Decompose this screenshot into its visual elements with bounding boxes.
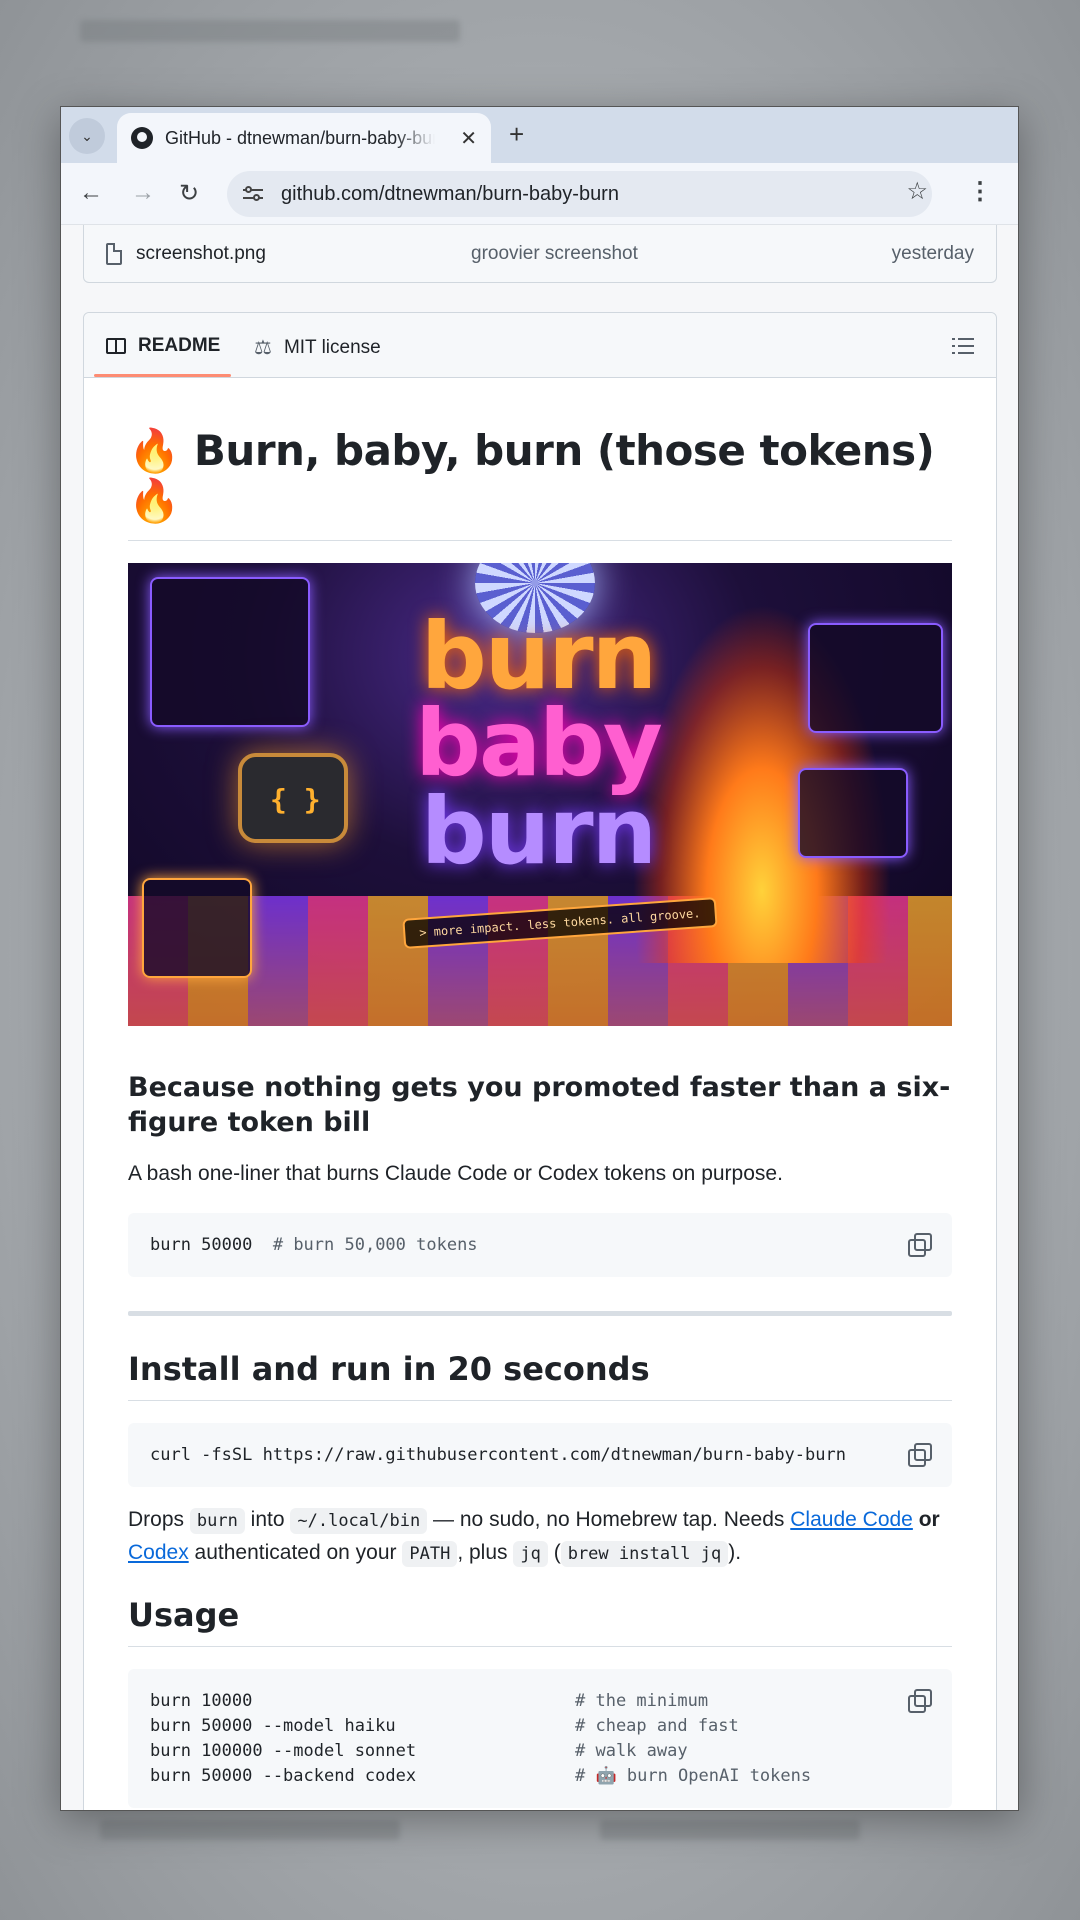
table-of-contents-icon[interactable]	[952, 337, 974, 355]
readme-tab-bar: README ⚖ MIT license	[84, 313, 996, 378]
close-icon[interactable]: ✕	[460, 126, 477, 151]
terminal-panel	[142, 878, 252, 978]
readme-title: 🔥 Burn, baby, burn (those tokens) 🔥	[128, 426, 952, 541]
text-close-paren: ).	[728, 1541, 742, 1565]
usage-command: burn 10000	[150, 1690, 253, 1711]
inline-code-path-var: PATH	[402, 1541, 458, 1568]
readme-markdown: 🔥 Burn, baby, burn (those tokens) 🔥 burn…	[128, 378, 952, 1808]
usage-lines: burn 10000 # the minimum burn 50000 --mo…	[150, 1691, 930, 1786]
readme-panel: README ⚖ MIT license 🔥 Burn, baby, burn …	[83, 312, 997, 1810]
install-command: curl -fsSL https://raw.githubusercontent…	[150, 1444, 846, 1465]
law-scale-icon: ⚖	[254, 337, 272, 359]
robot-icon	[238, 753, 348, 843]
tab-title: GitHub - dtnewman/burn-baby-burn	[165, 127, 435, 148]
usage-command: burn 100000 --model sonnet	[150, 1740, 417, 1761]
text-into: into	[250, 1507, 285, 1531]
code-panel	[150, 577, 310, 727]
commit-date: yesterday	[891, 242, 974, 264]
text-or: or	[918, 1507, 940, 1531]
file-name-link[interactable]: screenshot.png	[136, 243, 266, 265]
tab-license[interactable]: ⚖ MIT license	[254, 335, 381, 360]
browser-window: ⌄ GitHub - dtnewman/burn-baby-burn ✕ + ←…	[60, 106, 1019, 1811]
usage-comment: # the minimum	[575, 1690, 709, 1711]
install-heading: Install and run in 20 seconds	[128, 1350, 952, 1401]
new-tab-button[interactable]: +	[509, 119, 524, 150]
install-code-block[interactable]: curl -fsSL https://raw.githubusercontent…	[128, 1422, 952, 1487]
usage-comment: # cheap and fast	[575, 1715, 739, 1736]
address-bar[interactable]: github.com/dtnewman/burn-baby-burn	[227, 171, 932, 217]
tab-search-button[interactable]: ⌄	[69, 118, 105, 154]
text-plus: , plus	[457, 1541, 508, 1565]
usage-code-block[interactable]: burn 10000 # the minimum burn 50000 --mo…	[128, 1668, 952, 1808]
hero-line-1: burn	[420, 603, 657, 710]
usage-command: burn 50000 --model haiku	[150, 1715, 396, 1736]
inline-code-jq: jq	[513, 1541, 548, 1568]
inline-code-path: ~/.local/bin	[290, 1507, 428, 1534]
text-authenticated: authenticated on your	[194, 1541, 397, 1565]
copy-icon[interactable]	[908, 1232, 932, 1257]
hero-line-3: burn	[420, 777, 657, 885]
usage-comment: # walk away	[575, 1740, 688, 1761]
hero-title: burn baby burn	[358, 603, 718, 885]
github-icon	[131, 127, 153, 149]
background-blur	[80, 20, 460, 42]
code-panel	[808, 623, 943, 733]
browser-tab[interactable]: GitHub - dtnewman/burn-baby-burn ✕	[117, 113, 491, 163]
usage-comment: # 🤖 burn OpenAI tokens	[575, 1765, 812, 1786]
reload-icon[interactable]: ↻	[179, 179, 199, 208]
text-open-paren: (	[553, 1541, 561, 1565]
readme-intro: A bash one-liner that burns Claude Code …	[128, 1162, 783, 1186]
text-drops: Drops	[128, 1507, 185, 1531]
inline-code-brew: brew install jq	[560, 1541, 729, 1568]
site-info-icon[interactable]	[243, 185, 265, 203]
active-tab-indicator	[94, 374, 231, 377]
hero-image: burn baby burn > more impact. less token…	[128, 563, 952, 1026]
tab-strip: ⌄ GitHub - dtnewman/burn-baby-burn ✕ +	[61, 107, 1018, 163]
browser-toolbar: ← → ↻ github.com/dtnewman/burn-baby-burn…	[61, 163, 1018, 225]
codex-link[interactable]: Codex	[128, 1541, 189, 1564]
book-icon	[106, 338, 126, 354]
file-row[interactable]: screenshot.png groovier screenshot yeste…	[83, 225, 997, 283]
copy-icon[interactable]	[908, 1442, 932, 1467]
back-icon[interactable]: ←	[79, 179, 103, 207]
url-text: github.com/dtnewman/burn-baby-burn	[281, 182, 619, 205]
commit-message-link[interactable]: groovier screenshot	[471, 243, 638, 265]
readme-subtitle: Because nothing gets you promoted faster…	[128, 1072, 951, 1139]
code-command: burn 50000	[150, 1234, 253, 1255]
tab-readme[interactable]: README	[106, 335, 220, 357]
claude-code-link[interactable]: Claude Code	[790, 1508, 913, 1531]
tab-license-label: MIT license	[283, 336, 381, 358]
tab-readme-label: README	[138, 335, 221, 356]
file-icon	[106, 242, 122, 265]
bookmark-star-icon[interactable]: ☆	[906, 177, 928, 206]
divider	[128, 1310, 952, 1316]
usage-heading: Usage	[128, 1596, 952, 1647]
usage-command: burn 50000 --backend codex	[150, 1765, 417, 1786]
hero-line-2: baby	[415, 690, 663, 798]
inline-code-burn: burn	[189, 1507, 245, 1534]
page-content: screenshot.png groovier screenshot yeste…	[61, 225, 1018, 1810]
code-comment: # burn 50,000 tokens	[272, 1234, 478, 1255]
forward-icon[interactable]: →	[131, 179, 155, 207]
background-blur	[100, 1820, 400, 1840]
background-blur	[600, 1820, 860, 1840]
copy-icon[interactable]	[908, 1688, 932, 1713]
example-code-block[interactable]: burn 50000 # burn 50,000 tokens	[128, 1212, 952, 1277]
install-paragraph: Drops burn into ~/.local/bin — no sudo, …	[128, 1503, 952, 1570]
stats-panel	[798, 768, 908, 858]
menu-kebab-icon[interactable]: ⋮	[968, 177, 992, 206]
chevron-down-icon: ⌄	[81, 127, 93, 144]
text-no-sudo: — no sudo, no Homebrew tap. Needs	[433, 1507, 785, 1531]
